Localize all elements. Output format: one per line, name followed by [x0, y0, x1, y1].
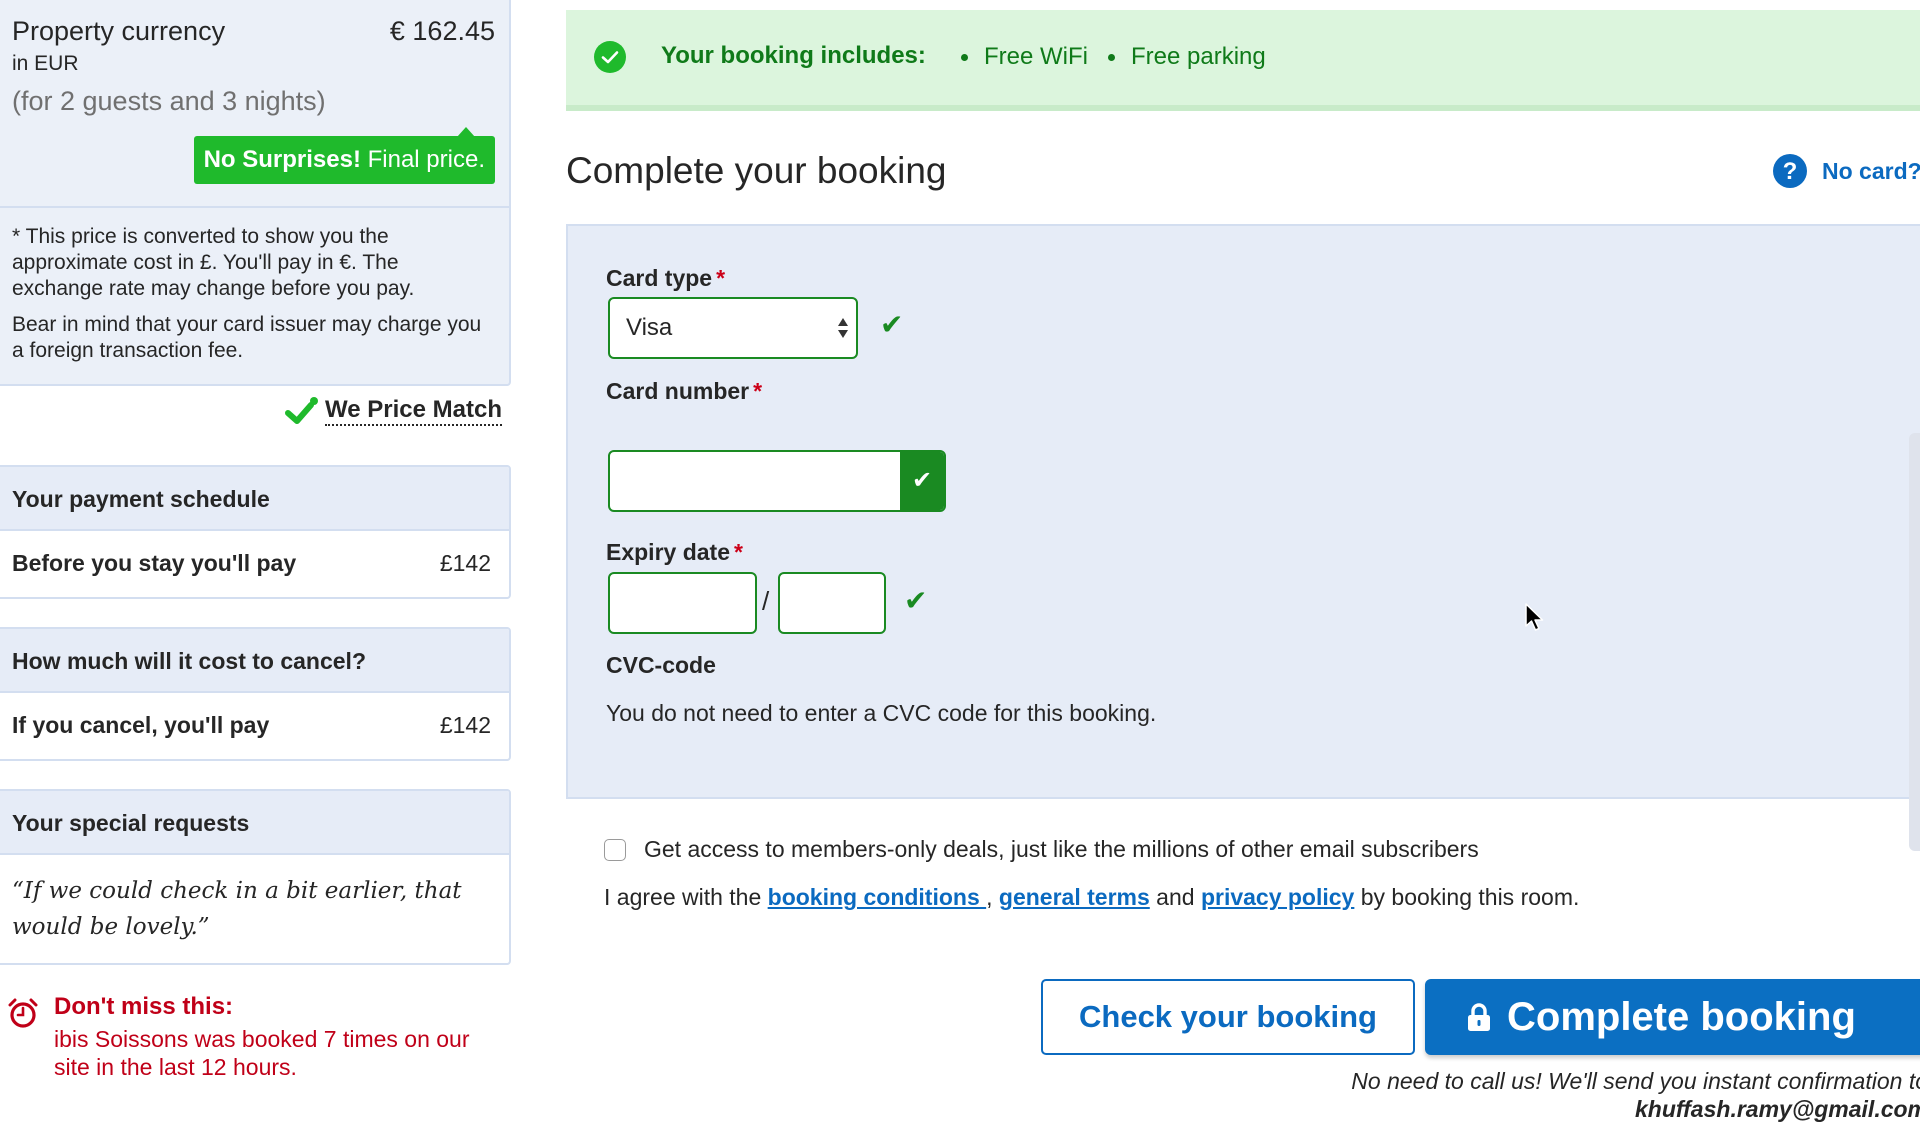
transaction-fee-note: Bear in mind that your card issuer may c…	[12, 313, 482, 362]
alarm-clock-icon	[8, 998, 38, 1028]
check-circle-icon	[594, 41, 626, 73]
currency-conversion-note: * This price is converted to show you th…	[12, 225, 415, 300]
urgency-text: ibis Soissons was booked 7 times on our …	[54, 1026, 470, 1080]
required-marker: *	[753, 378, 763, 404]
card-type-select[interactable]: Visa	[608, 297, 858, 359]
agree-and: and	[1149, 884, 1201, 910]
newsletter-label: Get access to members-only deals, just l…	[644, 836, 1479, 862]
booking-conditions-link[interactable]: booking conditions	[768, 884, 986, 910]
price-summary-panel: Property currency in EUR € 162.45 (for 2…	[0, 0, 511, 386]
guests-nights-info: (for 2 guests and 3 nights)	[12, 86, 326, 116]
card-number-label: Card number *	[606, 378, 762, 405]
confirmation-note: No need to call us! We'll send you insta…	[1351, 1068, 1920, 1094]
currency-note: * This price is converted to show you th…	[12, 224, 493, 364]
mouse-cursor-icon	[1525, 603, 1544, 631]
no-card-link[interactable]: ? No card?	[1772, 153, 1920, 189]
property-currency-label: Property currency	[12, 16, 226, 46]
card-type-label: Card type *	[606, 265, 725, 292]
booking-includes-banner: Your booking includes: Free WiFi Free pa…	[566, 10, 1920, 111]
card-type-label-text: Card type	[606, 265, 713, 291]
card-type-valid-check-icon: ✔	[880, 309, 904, 340]
price-match-link[interactable]: We Price Match	[285, 393, 502, 429]
payment-row-value: £142	[439, 549, 491, 576]
amenity-item: Free parking	[1108, 43, 1266, 71]
select-arrows-icon	[838, 318, 848, 338]
page-title: Complete your booking	[566, 150, 947, 191]
agree-comma: ,	[986, 884, 999, 910]
confirmation-email: khuffash.ramy@gmail.com	[1635, 1096, 1920, 1122]
currency-code: in EUR	[12, 52, 79, 75]
privacy-policy-link[interactable]: privacy policy	[1201, 884, 1354, 910]
cancellation-cost-box: How much will it cost to cancel? If you …	[0, 627, 511, 761]
expiry-valid-check-icon: ✔	[904, 585, 928, 616]
final-price-badge-text: Final price.	[360, 146, 485, 173]
svg-text:?: ?	[1783, 158, 1798, 185]
special-requests-box: Your special requests “If we could check…	[0, 789, 511, 965]
check-icon	[285, 397, 319, 424]
expiry-year-input[interactable]	[780, 574, 884, 632]
required-marker: *	[734, 539, 743, 565]
card-number-input[interactable]	[610, 452, 900, 510]
general-terms-link[interactable]: general terms	[999, 884, 1150, 910]
agree-prefix: I agree with the	[604, 884, 768, 910]
special-request-text: “If we could check in a bit earlier, tha…	[12, 878, 462, 940]
divider	[0, 206, 509, 208]
price-summary-top: Property currency in EUR € 162.45 (for 2…	[12, 2, 495, 202]
price-match-label: We Price Match	[325, 396, 502, 426]
special-requests-title: Your special requests	[0, 791, 509, 855]
booking-includes-title: Your booking includes:	[661, 42, 926, 69]
no-card-label: No card?	[1822, 157, 1920, 184]
cancellation-row-label: If you cancel, you'll pay	[12, 711, 270, 738]
scrollbar[interactable]	[1909, 433, 1920, 851]
expiry-month-input[interactable]	[610, 574, 755, 632]
amenity-item: Free WiFi	[961, 43, 1088, 71]
card-number-label-text: Card number	[606, 378, 750, 404]
complete-booking-button[interactable]: Complete booking	[1425, 979, 1920, 1055]
payment-form: Card type * Visa ✔ Card number * ✔ Expiry …	[566, 224, 1920, 799]
lock-icon	[1468, 1003, 1490, 1031]
cancellation-row: If you cancel, you'll pay £142	[0, 693, 509, 757]
expiry-month-field	[608, 572, 757, 634]
payment-schedule-box: Your payment schedule Before you stay yo…	[0, 465, 511, 599]
cvc-info-text: You do not need to enter a CVC code for …	[606, 700, 1157, 726]
expiry-year-field	[778, 572, 886, 634]
check-booking-button[interactable]: Check your booking	[1041, 979, 1415, 1055]
urgency-title: Don't miss this:	[54, 993, 234, 1020]
payment-schedule-row: Before you stay you'll pay £142	[0, 531, 509, 595]
payment-row-label: Before you stay you'll pay	[12, 549, 297, 576]
card-number-field: ✔	[608, 450, 946, 512]
expiry-separator: /	[762, 586, 770, 616]
property-currency-price: € 162.45	[389, 16, 495, 46]
included-amenities-list: Free WiFi Free parking	[961, 43, 1266, 71]
help-icon: ?	[1773, 154, 1807, 188]
final-price-badge: No Surprises! Final price.	[193, 127, 495, 184]
payment-schedule-title: Your payment schedule	[0, 467, 509, 531]
expiry-date-label: Expiry date *	[606, 539, 743, 566]
required-marker: *	[716, 265, 726, 291]
newsletter-checkbox[interactable]	[604, 838, 626, 861]
complete-booking-label: Complete booking	[1507, 995, 1856, 1039]
cancellation-title: How much will it cost to cancel?	[0, 629, 509, 693]
cvc-label: CVC-code	[606, 652, 716, 678]
terms-agreement: I agree with the booking conditions , ge…	[604, 884, 1579, 911]
newsletter-option[interactable]: Get access to members-only deals, just l…	[604, 836, 1479, 863]
expiry-date-label-text: Expiry date	[606, 539, 730, 565]
final-price-badge-bold: No Surprises!	[203, 146, 361, 173]
card-type-value: Visa	[626, 314, 673, 341]
card-number-valid-check-icon: ✔	[900, 452, 944, 510]
cancellation-row-value: £142	[439, 711, 491, 738]
agree-suffix: by booking this room.	[1354, 884, 1580, 910]
